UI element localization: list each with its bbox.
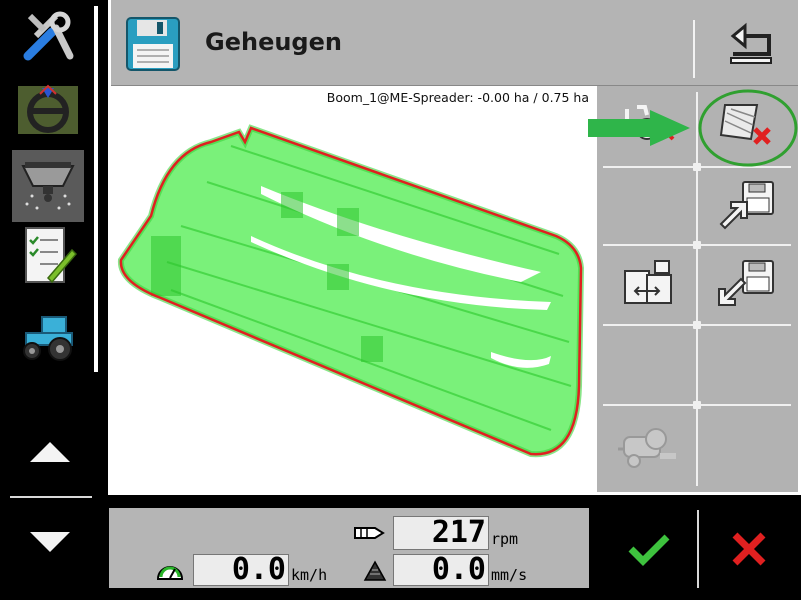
save-export-button[interactable] [697,168,797,244]
status-bar: 217 rpm 0.0 km/h 0.0 mm/s [109,508,589,588]
sidebar-scrollbar[interactable] [94,6,98,372]
undo-back-icon [727,22,775,70]
tools-icon [18,8,78,72]
sidebar-item-guidance[interactable] [12,76,84,148]
coverage-field [117,124,585,458]
save-export-icon [717,178,777,234]
speed-readout: 0.0 [193,554,289,586]
cancel-button[interactable] [708,515,790,587]
speed-unit: km/h [291,566,328,584]
checklist-icon [18,224,78,292]
arrow-down-icon [28,530,72,558]
sidebar [0,0,92,552]
arrow-up-icon [28,440,72,468]
load-import-icon [717,257,777,313]
checkmark-icon [627,531,671,571]
sidebar-item-tasks[interactable] [12,222,84,294]
memory-panel: Geheugen Boom_1@ME-Spreader: -0.00 ha / … [108,0,801,495]
delete-coverage-icon [617,99,677,153]
rpm-readout: 217 [393,516,489,550]
action-divider [697,510,699,588]
delete-map-button[interactable] [697,86,797,166]
empty-slot [597,326,697,404]
back-button[interactable] [711,16,791,76]
sidebar-divider [10,496,92,498]
load-import-button[interactable] [697,246,797,324]
header-divider [693,20,695,78]
speedometer-icon [155,559,185,587]
sidebar-item-spreader[interactable] [12,150,84,222]
rate-icon [363,560,387,586]
steering-wheel-icon [16,82,80,142]
baler-button [597,406,697,492]
sidebar-item-tractor[interactable] [12,302,84,374]
spreader-icon [17,156,79,216]
pto-rpm-icon [353,520,387,550]
rpm-unit: rpm [491,530,519,548]
delete-coverage-button[interactable] [597,86,697,166]
header: Geheugen [111,0,798,86]
scroll-up-button[interactable] [14,424,86,484]
button-grid [597,86,798,492]
confirm-button[interactable] [608,515,690,587]
close-icon [729,529,769,573]
coverage-map[interactable]: Boom_1@ME-Spreader: -0.00 ha / 0.75 ha [111,86,597,492]
rate-readout: 0.0 [393,554,489,586]
page-title: Geheugen [205,28,342,56]
floppy-disk-icon [125,16,181,76]
rate-unit: mm/s [491,566,528,584]
empty-slot [697,326,797,404]
usb-transfer-button[interactable] [597,246,697,324]
scroll-down-button[interactable] [14,514,86,574]
delete-map-icon [717,99,777,153]
empty-slot [597,168,697,244]
usb-transfer-icon [617,257,677,313]
baler-icon [616,425,678,473]
tractor-icon [16,311,80,365]
sidebar-item-tools[interactable] [12,4,84,76]
empty-slot [697,406,797,492]
